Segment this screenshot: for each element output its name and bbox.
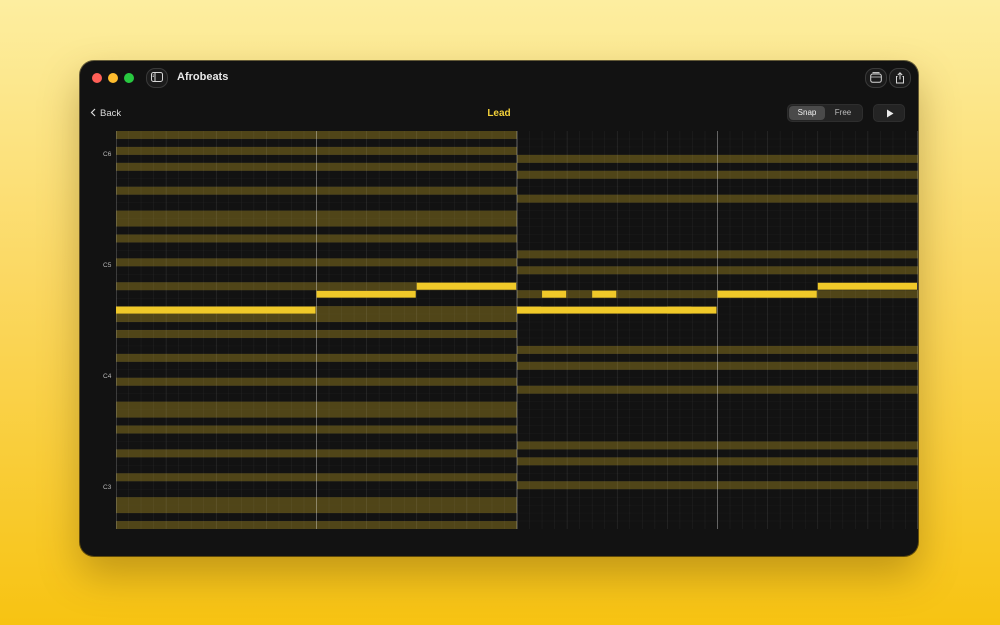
key-label-c5: C5 [103, 262, 112, 269]
share-button[interactable] [889, 68, 911, 88]
app-window: Afrobeats Back Lead Snap Free C6 C5 C4 C… [80, 61, 918, 556]
note[interactable] [316, 290, 416, 298]
note[interactable] [592, 290, 617, 298]
play-button[interactable] [873, 104, 905, 122]
free-option[interactable]: Free [825, 106, 861, 120]
key-label-c3: C3 [103, 484, 112, 491]
note[interactable] [717, 290, 817, 298]
sidebar-icon [151, 72, 163, 82]
key-label-c4: C4 [103, 373, 112, 380]
editor-toolbar: Back Lead Snap Free [80, 101, 918, 125]
snap-option[interactable]: Snap [789, 106, 825, 120]
key-label-c6: C6 [103, 151, 112, 158]
tray-icon [870, 72, 882, 83]
app-title: Afrobeats [177, 71, 229, 83]
close-window-button[interactable] [92, 73, 102, 83]
note[interactable] [517, 306, 717, 314]
snap-mode-control: Snap Free [787, 104, 863, 122]
note[interactable] [542, 290, 567, 298]
note[interactable] [116, 306, 316, 314]
minimize-window-button[interactable] [108, 73, 118, 83]
note[interactable] [817, 282, 917, 290]
browser-button[interactable] [865, 68, 887, 88]
piano-roll-grid[interactable] [116, 131, 918, 529]
share-icon [896, 72, 904, 84]
zoom-window-button[interactable] [124, 73, 134, 83]
title-bar: Afrobeats [80, 61, 918, 95]
toggle-sidebar-button[interactable] [146, 68, 168, 88]
play-icon [887, 109, 894, 118]
note[interactable] [416, 282, 516, 290]
